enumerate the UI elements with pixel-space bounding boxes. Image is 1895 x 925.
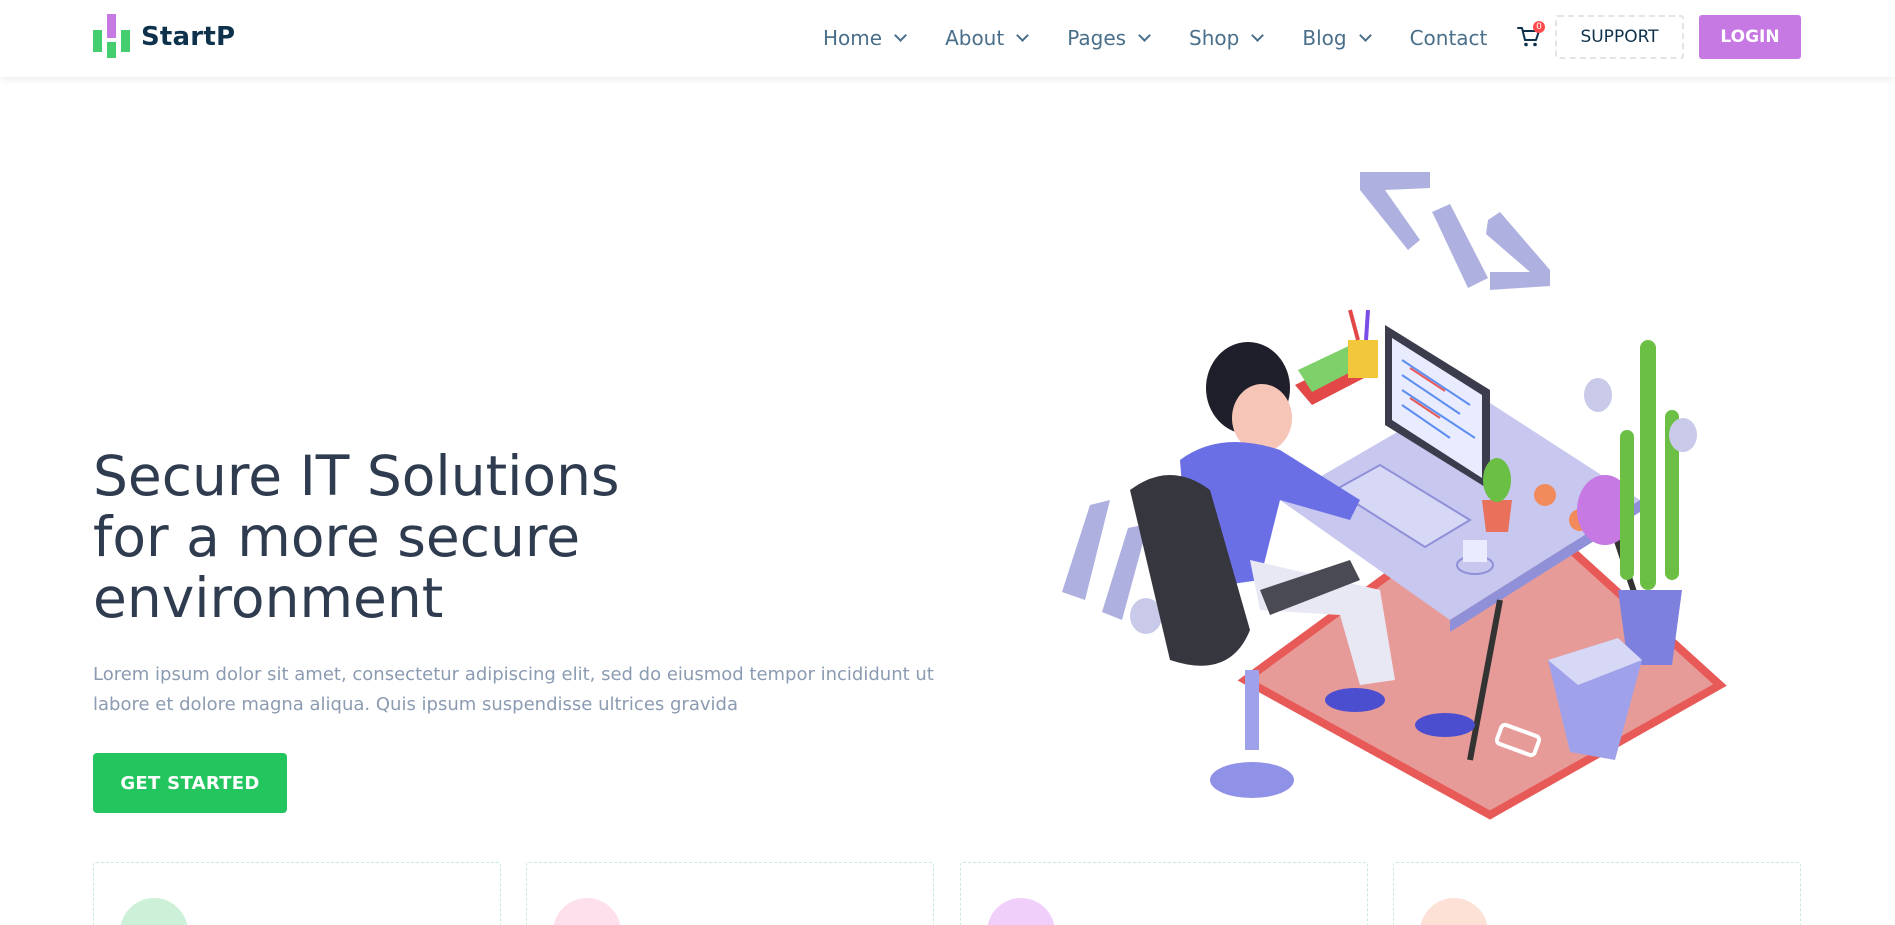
nav-item-home[interactable]: Home xyxy=(823,26,907,50)
signal-icon xyxy=(987,898,1055,925)
support-button[interactable]: SUPPORT xyxy=(1555,15,1684,59)
feature-card[interactable] xyxy=(960,862,1368,925)
main-menu: Home About Pages Shop Blog Contact xyxy=(823,20,1487,56)
nav-item-about[interactable]: About xyxy=(945,26,1030,50)
brand-name: StartP xyxy=(141,22,236,52)
feature-card[interactable] xyxy=(93,862,501,925)
hero-description-line: Lorem ipsum dolor sit amet, consectetur … xyxy=(93,664,934,685)
nav-item-label: About xyxy=(945,26,1005,50)
get-started-button[interactable]: GET STARTED xyxy=(93,753,287,813)
nav-item-pages[interactable]: Pages xyxy=(1067,26,1151,50)
code-brackets-icon xyxy=(1360,172,1550,290)
chevron-down-icon xyxy=(1138,29,1151,42)
hero-title: Secure IT Solutions for a more secure en… xyxy=(93,446,793,629)
chevron-down-icon xyxy=(1358,29,1372,42)
cart-button[interactable]: 0 xyxy=(1517,21,1545,48)
feature-card[interactable] xyxy=(526,862,934,925)
chevron-down-icon xyxy=(894,29,907,42)
nav-item-contact[interactable]: Contact xyxy=(1410,26,1488,50)
nav-item-label: Contact xyxy=(1409,26,1488,50)
feature-card[interactable] xyxy=(1393,862,1801,925)
logo-bars-icon xyxy=(93,14,131,60)
settings-icon xyxy=(1420,898,1488,925)
hero-title-line: Secure IT Solutions xyxy=(93,444,620,508)
hero-title-line: for a more secure xyxy=(93,505,581,569)
hero-illustration xyxy=(1062,172,1727,820)
nav-item-label: Home xyxy=(823,26,883,50)
chevron-down-icon xyxy=(1016,29,1030,42)
nav-item-blog[interactable]: Blog xyxy=(1302,26,1372,50)
hero-description-line: labore et dolore magna aliqua. Quis ipsu… xyxy=(93,694,738,715)
nav-item-label: Blog xyxy=(1302,26,1347,50)
cart-count-badge: 0 xyxy=(1533,21,1545,33)
nav-item-label: Pages xyxy=(1067,26,1127,50)
cactus-plant xyxy=(1620,340,1679,590)
brand-logo[interactable]: StartP xyxy=(93,13,235,61)
monitor-icon xyxy=(120,898,188,925)
login-button[interactable]: LOGIN xyxy=(1699,15,1801,59)
hero-description: Lorem ipsum dolor sit amet, consectetur … xyxy=(93,660,953,720)
code-icon xyxy=(553,898,621,925)
nav-item-shop[interactable]: Shop xyxy=(1189,26,1265,50)
nav-item-label: Shop xyxy=(1189,26,1240,50)
chevron-down-icon xyxy=(1251,29,1265,42)
hero-title-line: environment xyxy=(93,566,444,630)
navbar: StartP Home About Pages Shop Blog Contac… xyxy=(0,0,1895,77)
